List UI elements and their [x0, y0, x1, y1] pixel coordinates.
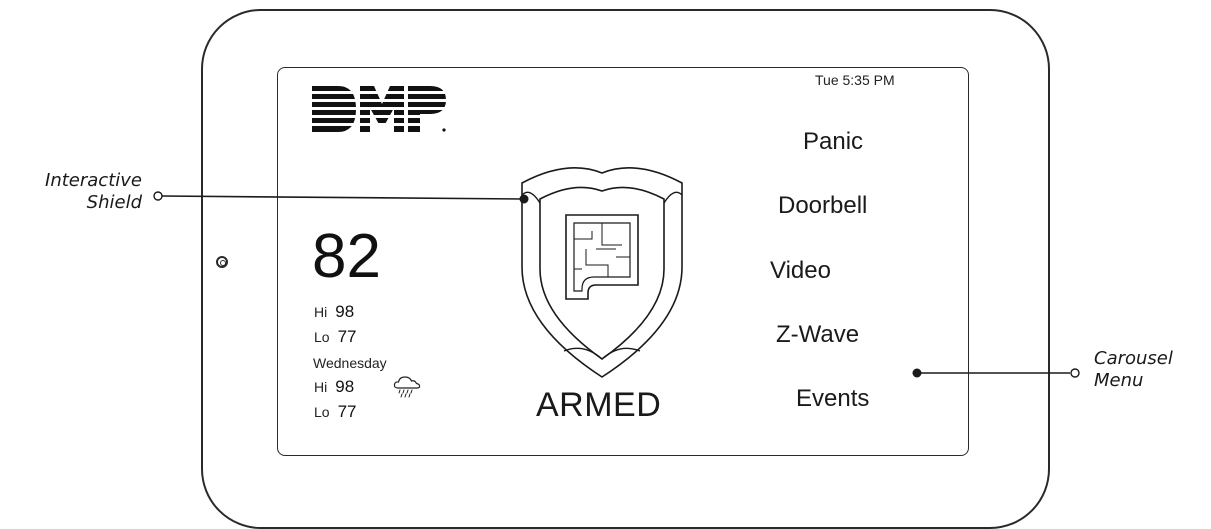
callout-lines: [153, 191, 1080, 378]
interactive-shield-callout: Interactive Shield: [10, 170, 142, 214]
shield-callout-leader: [153, 191, 529, 204]
carousel-menu-callout: Carousel Menu: [1094, 348, 1173, 392]
callout-shield-line1: Interactive: [45, 170, 142, 191]
callout-shield-line2: Shield: [86, 192, 142, 213]
menu-callout-leader: [912, 368, 1080, 378]
callout-menu-line2: Menu: [1094, 370, 1144, 391]
callout-menu-line1: Carousel: [1094, 348, 1173, 369]
